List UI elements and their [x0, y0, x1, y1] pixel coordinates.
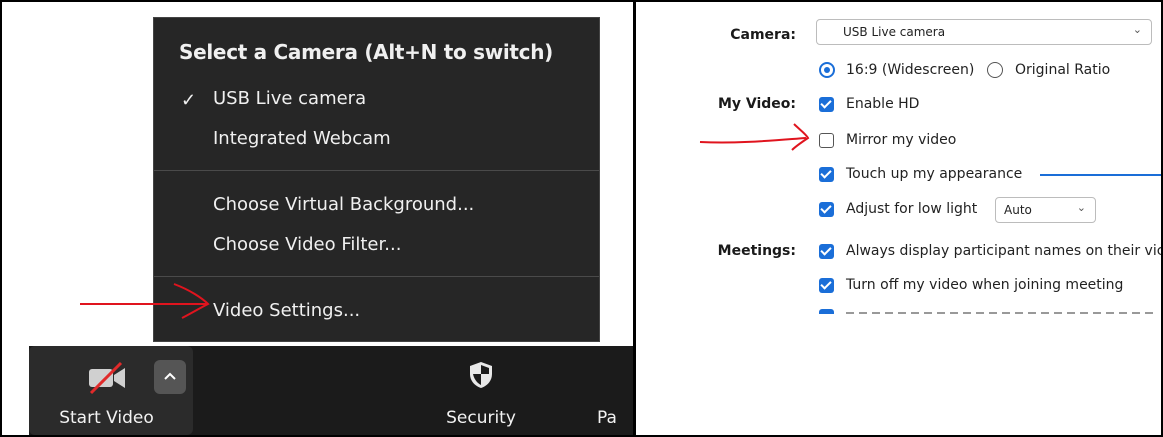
my-video-label: My Video: — [717, 96, 796, 112]
original-ratio-radio[interactable] — [987, 62, 1003, 78]
enable-hd-checkbox[interactable] — [819, 97, 834, 112]
touch-up-checkbox[interactable] — [819, 167, 834, 182]
low-light-mode-value: Auto — [1004, 203, 1032, 217]
display-names-label: Always display participant names on thei… — [846, 243, 1161, 259]
menu-item-video-settings[interactable]: Video Settings... — [213, 300, 360, 321]
turn-off-video-label: Turn off my video when joining meeting — [846, 277, 1124, 293]
participants-label-partial[interactable]: Pa — [597, 408, 617, 428]
menu-divider — [154, 276, 599, 277]
red-arrow-annotation — [699, 123, 810, 151]
enable-hd-label: Enable HD — [846, 96, 920, 112]
red-arrow-annotation — [80, 283, 210, 319]
video-options-caret-button[interactable] — [154, 360, 186, 394]
zoom-toolbar-panel: Select a Camera (Alt+N to switch) ✓ USB … — [2, 2, 633, 435]
mirror-video-label: Mirror my video — [846, 132, 957, 148]
menu-title: Select a Camera (Alt+N to switch) — [179, 40, 554, 64]
security-label: Security — [446, 408, 516, 428]
menu-item-integrated-webcam[interactable]: Integrated Webcam — [213, 128, 391, 149]
low-light-mode-dropdown[interactable]: Auto ⌄ — [995, 197, 1096, 223]
meeting-toolbar: Start Video Security Pa — [29, 346, 633, 435]
mirror-video-checkbox[interactable] — [819, 133, 834, 148]
low-light-label: Adjust for low light — [846, 201, 978, 217]
menu-divider — [154, 170, 599, 171]
turn-off-video-checkbox[interactable] — [819, 278, 834, 293]
video-settings-panel: Camera: USB Live camera ⌄ 16:9 (Widescre… — [636, 2, 1161, 435]
menu-item-virtual-background[interactable]: Choose Virtual Background... — [213, 194, 474, 215]
chevron-down-icon: ⌄ — [1076, 201, 1086, 214]
menu-item-usb-camera[interactable]: USB Live camera — [213, 88, 366, 109]
start-video-button[interactable]: Start Video — [29, 346, 193, 435]
start-video-label: Start Video — [59, 408, 154, 428]
security-button[interactable]: Security — [421, 346, 541, 435]
display-names-checkbox[interactable] — [819, 244, 834, 259]
touch-up-slider-track[interactable] — [1040, 174, 1161, 176]
checkmark-icon: ✓ — [181, 90, 197, 110]
cut-off-text — [846, 312, 1156, 314]
original-ratio-label: Original Ratio — [1015, 62, 1111, 78]
camera-select-menu: Select a Camera (Alt+N to switch) ✓ USB … — [153, 17, 600, 342]
meetings-label: Meetings: — [717, 243, 796, 259]
widescreen-label: 16:9 (Widescreen) — [846, 62, 975, 78]
cut-off-checkbox[interactable] — [819, 309, 834, 314]
chevron-up-icon — [164, 372, 176, 380]
low-light-checkbox[interactable] — [819, 202, 834, 217]
chevron-down-icon: ⌄ — [1132, 23, 1142, 36]
video-off-icon — [89, 361, 125, 395]
widescreen-radio[interactable] — [819, 62, 835, 78]
shield-icon — [470, 362, 492, 388]
menu-item-video-filter[interactable]: Choose Video Filter... — [213, 234, 401, 255]
camera-dropdown-value: USB Live camera — [843, 25, 946, 39]
touch-up-label: Touch up my appearance — [846, 166, 1023, 182]
camera-label: Camera: — [730, 27, 796, 43]
camera-dropdown[interactable]: USB Live camera ⌄ — [816, 19, 1152, 45]
